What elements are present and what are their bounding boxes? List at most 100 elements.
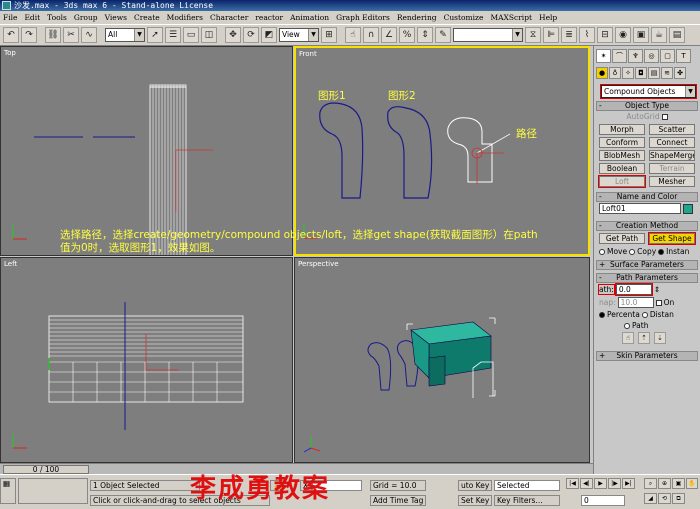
terrain-button[interactable]: Terrain: [649, 163, 695, 174]
path-steps-radio[interactable]: [624, 322, 630, 329]
geometry-icon[interactable]: ●: [596, 67, 608, 79]
viewport-top[interactable]: Top: [0, 46, 293, 256]
snap-value-field[interactable]: 10.0: [617, 297, 654, 308]
key-mode-dropdown[interactable]: Selected: [494, 480, 560, 491]
previous-frame-icon[interactable]: ◀|: [580, 478, 593, 489]
play-icon[interactable]: ▶: [594, 478, 607, 489]
min-max-toggle-icon[interactable]: ⧉: [672, 493, 685, 504]
rollout-path-parameters[interactable]: - Path Parameters: [596, 273, 698, 283]
set-key-button[interactable]: Set Key: [458, 495, 492, 506]
create-tab-icon[interactable]: ✶: [596, 49, 611, 63]
instance-radio[interactable]: [658, 248, 665, 255]
utilities-tab-icon[interactable]: T: [676, 49, 691, 63]
scatter-button[interactable]: Scatter: [649, 124, 695, 135]
field-of-view-icon[interactable]: ◢: [644, 493, 657, 504]
rollout-name-color[interactable]: - Name and Color: [596, 192, 698, 202]
render-scene-icon[interactable]: ▣: [633, 27, 649, 43]
render-type-icon[interactable]: ▤: [669, 27, 685, 43]
loft-button[interactable]: Loft: [598, 175, 646, 188]
mesher-button[interactable]: Mesher: [649, 176, 695, 187]
menu-animation[interactable]: Animation: [290, 13, 329, 22]
modify-tab-icon[interactable]: ⌒: [612, 49, 627, 63]
previous-shape-icon[interactable]: ⇡: [638, 332, 650, 344]
menu-modifiers[interactable]: Modifiers: [167, 13, 203, 22]
rollout-skin-parameters[interactable]: + Skin Parameters: [596, 351, 698, 361]
motion-tab-icon[interactable]: ◎: [644, 49, 659, 63]
add-time-tag-button[interactable]: Add Time Tag: [370, 495, 426, 506]
object-category-dropdown[interactable]: Compound Objects ▼: [600, 84, 697, 99]
menu-create[interactable]: Create: [134, 13, 160, 22]
percentage-radio[interactable]: [599, 311, 605, 318]
viewport-front[interactable]: Front 图形1 图形2 路径: [294, 46, 590, 256]
snap-3d-icon[interactable]: ∩: [363, 27, 379, 43]
redo-icon[interactable]: ↷: [21, 27, 37, 43]
pivot-icon[interactable]: ⊞: [321, 27, 337, 43]
pan-icon[interactable]: ✋: [686, 478, 698, 489]
named-selection-sets-dropdown[interactable]: ▼: [453, 28, 523, 42]
select-by-name-icon[interactable]: ☰: [165, 27, 181, 43]
zoom-all-icon[interactable]: ⊕: [658, 478, 671, 489]
morph-button[interactable]: Morph: [599, 124, 645, 135]
ref-coord-dropdown[interactable]: View ▼: [279, 28, 319, 42]
layer-icon[interactable]: ≣: [561, 27, 577, 43]
percent-snap-icon[interactable]: %: [399, 27, 415, 43]
helpers-icon[interactable]: ▤: [648, 67, 660, 79]
move-icon[interactable]: ✥: [225, 27, 241, 43]
object-name-field[interactable]: Loft01: [599, 203, 681, 214]
pick-shape-icon[interactable]: ☝: [622, 332, 634, 344]
key-filters-button[interactable]: Key Filters...: [494, 495, 560, 506]
viewport-left[interactable]: Left: [0, 257, 293, 463]
unlink-icon[interactable]: ✂: [63, 27, 79, 43]
path-spinner-icon[interactable]: ⇕: [654, 285, 660, 294]
menu-maxscript[interactable]: MAXScript: [490, 13, 532, 22]
display-tab-icon[interactable]: ▢: [660, 49, 675, 63]
viewport-perspective[interactable]: Perspective: [294, 257, 590, 463]
rollout-creation-method[interactable]: - Creation Method: [596, 221, 698, 231]
menu-rendering[interactable]: Rendering: [397, 13, 437, 22]
menu-reactor[interactable]: reactor: [255, 13, 283, 22]
boolean-button[interactable]: Boolean: [599, 163, 645, 174]
zoom-extents-icon[interactable]: ▣: [672, 478, 685, 489]
rect-selection-icon[interactable]: ▭: [183, 27, 199, 43]
maxscript-mini-listener[interactable]: [18, 478, 88, 504]
window-crossing-icon[interactable]: ◫: [201, 27, 217, 43]
named-selection-edit-icon[interactable]: ✎: [435, 27, 451, 43]
hierarchy-tab-icon[interactable]: ♆: [628, 49, 643, 63]
menu-file[interactable]: File: [3, 13, 17, 22]
menu-help[interactable]: Help: [539, 13, 557, 22]
menu-customize[interactable]: Customize: [444, 13, 484, 22]
get-path-button[interactable]: Get Path: [599, 233, 645, 244]
current-frame-field[interactable]: 0: [581, 495, 625, 506]
menu-group[interactable]: Group: [74, 13, 98, 22]
snap-on-checkbox[interactable]: [655, 299, 662, 306]
shapes-icon[interactable]: ♁: [609, 67, 621, 79]
rollout-surface-parameters[interactable]: + Surface Parameters: [596, 260, 698, 270]
select-manipulate-icon[interactable]: ☝: [345, 27, 361, 43]
undo-icon[interactable]: ↶: [3, 27, 19, 43]
space-warps-icon[interactable]: ≋: [661, 67, 673, 79]
selection-filter-dropdown[interactable]: All ▼: [105, 28, 145, 42]
lights-icon[interactable]: ✧: [622, 67, 634, 79]
distance-radio[interactable]: [641, 311, 648, 318]
select-object-icon[interactable]: ➚: [147, 27, 163, 43]
shapemerge-button[interactable]: ShapeMerge: [649, 150, 695, 161]
copy-radio[interactable]: [629, 248, 636, 255]
menu-views[interactable]: Views: [105, 13, 127, 22]
systems-icon[interactable]: ✤: [674, 67, 686, 79]
menu-graph-editors[interactable]: Graph Editors: [336, 13, 390, 22]
cameras-icon[interactable]: ◘: [635, 67, 647, 79]
zoom-icon[interactable]: ⌕: [644, 478, 657, 489]
spinner-snap-icon[interactable]: ⇕: [417, 27, 433, 43]
get-shape-button[interactable]: Get Shape: [648, 232, 696, 245]
bind-space-warp-icon[interactable]: ∿: [81, 27, 97, 43]
auto-key-button[interactable]: uto Key: [458, 480, 492, 491]
conform-button[interactable]: Conform: [599, 137, 645, 148]
rollout-object-type[interactable]: - Object Type: [596, 101, 698, 111]
go-to-start-icon[interactable]: |◀: [566, 478, 579, 489]
menu-edit[interactable]: Edit: [24, 13, 40, 22]
maxscript-listener-icon[interactable]: ▦: [0, 478, 16, 504]
time-slider-thumb[interactable]: 0 / 100: [3, 465, 89, 474]
next-shape-icon[interactable]: ⇣: [654, 332, 666, 344]
next-frame-icon[interactable]: |▶: [608, 478, 621, 489]
object-color-swatch[interactable]: [683, 203, 693, 214]
